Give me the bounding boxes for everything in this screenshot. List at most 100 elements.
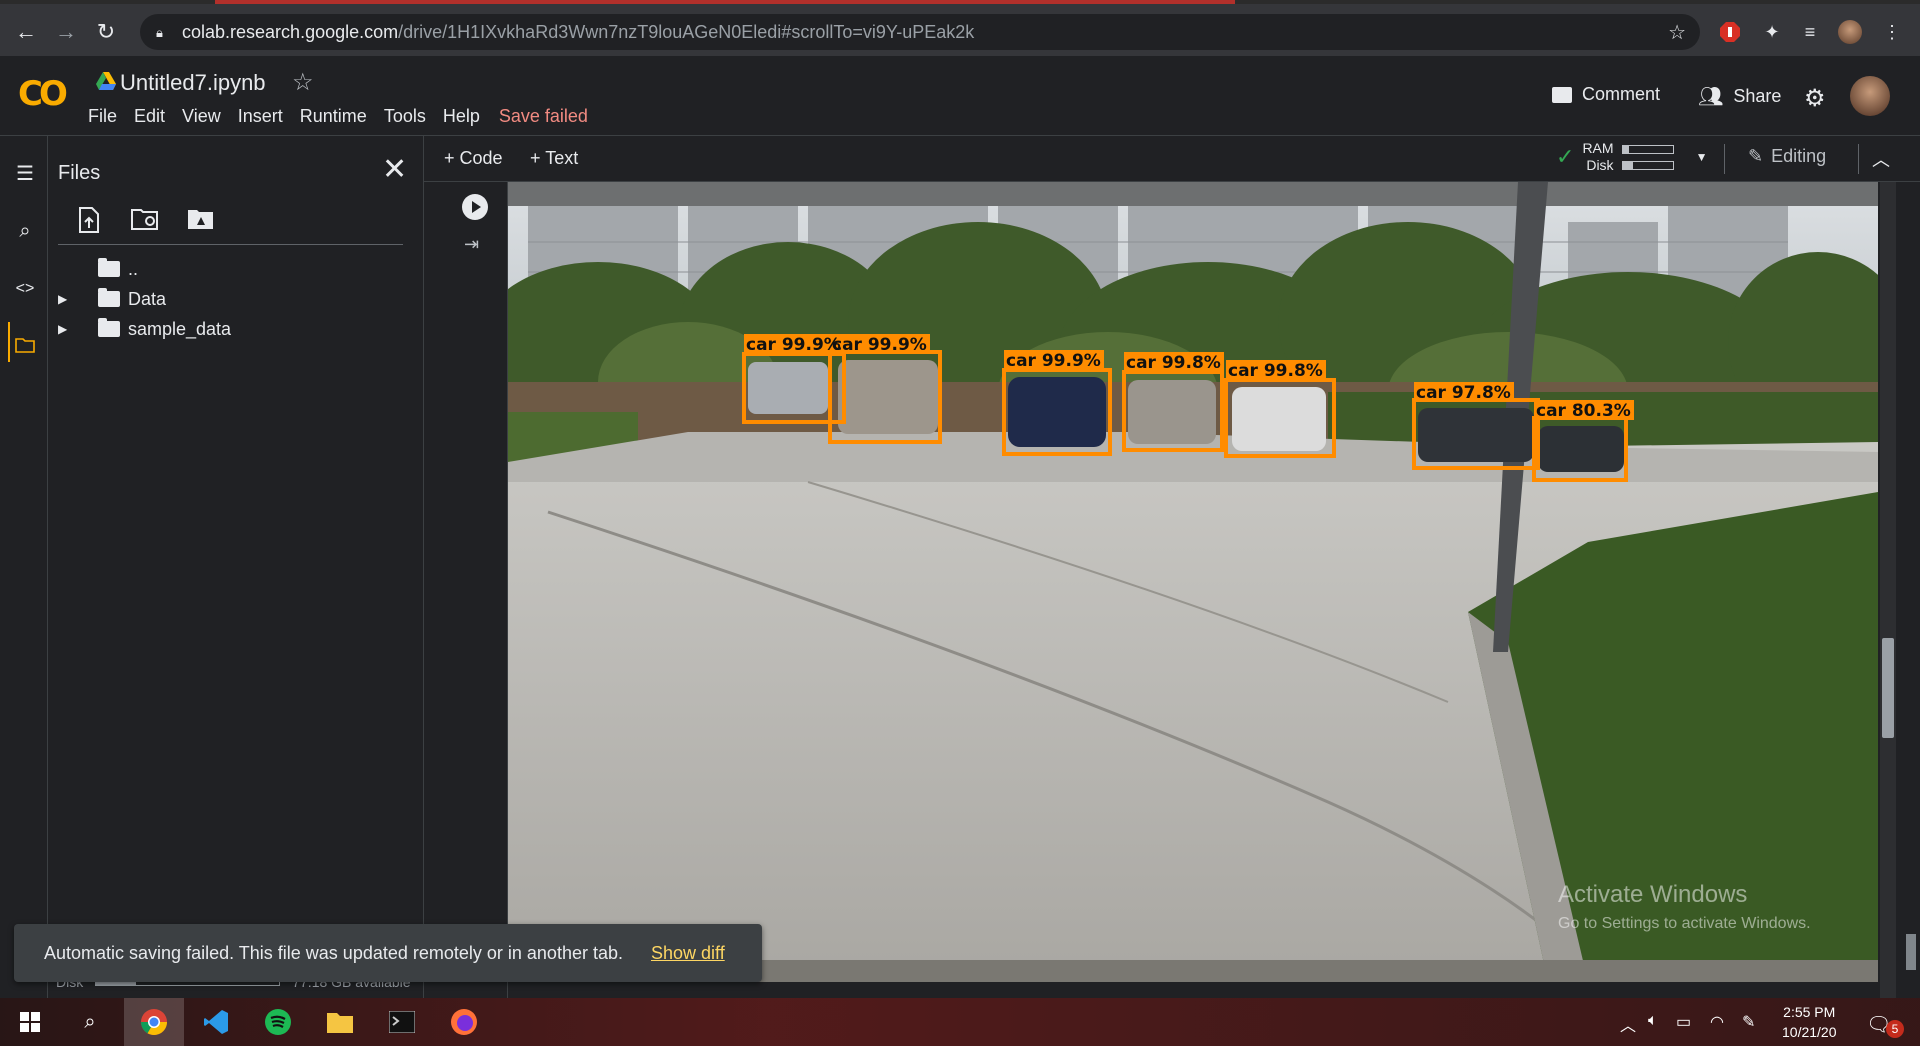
menu-help[interactable]: Help: [443, 106, 480, 127]
side-rail: ☰ ⌕ <>: [0, 136, 48, 1000]
tree-item-sample-data[interactable]: ▶ sample_data: [58, 316, 231, 342]
wifi-icon[interactable]: ◠: [1710, 1012, 1724, 1032]
folder-icon: [98, 288, 120, 307]
windows-start-icon[interactable]: [0, 998, 60, 1046]
detection-label: car 99.9%: [1006, 351, 1101, 371]
save-status[interactable]: Save failed: [499, 106, 588, 127]
add-code-label: Code: [459, 148, 503, 168]
files-folder-icon[interactable]: [12, 332, 38, 358]
colab-logo[interactable]: CO: [18, 74, 68, 114]
editing-mode-button[interactable]: ✎ Editing: [1748, 146, 1826, 167]
tree-item-parent[interactable]: ..: [78, 256, 138, 282]
menu-insert[interactable]: Insert: [238, 106, 283, 127]
close-icon[interactable]: ✕: [382, 152, 407, 187]
notebook-cell: ⇥ car 99.9% car 99.9% car 99.9% car 99.8…: [424, 182, 1920, 1000]
output-scrollbar[interactable]: [1880, 182, 1896, 1000]
detection-label: car 80.3%: [1536, 401, 1631, 421]
mount-drive-icon[interactable]: [186, 206, 216, 236]
collapse-header-icon[interactable]: ︿: [1872, 146, 1890, 172]
toolbar-divider: [1724, 144, 1725, 174]
add-text-button[interactable]: + Text: [530, 148, 578, 169]
activate-windows-subtitle: Go to Settings to activate Windows.: [1558, 915, 1811, 932]
share-label: Share: [1733, 86, 1782, 106]
browser-toolbar: ← → ↻ 🔒︎ colab.research.google.com/drive…: [0, 0, 1920, 56]
menu-runtime[interactable]: Runtime: [300, 106, 367, 127]
menu-view[interactable]: View: [182, 106, 221, 127]
chrome-taskbar-icon[interactable]: [124, 998, 184, 1046]
lock-icon: 🔒︎: [156, 25, 163, 40]
taskbar-search-icon[interactable]: ⌕: [60, 998, 120, 1046]
address-bar[interactable]: 🔒︎ colab.research.google.com/drive/1H1IX…: [140, 14, 1700, 50]
files-title: Files: [58, 162, 101, 184]
back-icon[interactable]: ←: [12, 18, 40, 46]
page-scrollbar[interactable]: [1904, 182, 1918, 1000]
search-icon[interactable]: ⌕: [12, 218, 38, 244]
tray-overflow-icon[interactable]: ︿: [1620, 1012, 1636, 1036]
menu-tools[interactable]: Tools: [384, 106, 426, 127]
menu-bar: File Edit View Insert Runtime Tools Help…: [88, 106, 588, 127]
terminal-taskbar-icon[interactable]: [372, 998, 432, 1046]
comment-button[interactable]: Comment: [1552, 84, 1660, 105]
url-host: colab.research.google.com: [182, 21, 399, 42]
caret-right-icon[interactable]: ▶: [58, 292, 78, 306]
volume-icon[interactable]: 🔈︎: [1648, 1012, 1658, 1030]
tree-item-data[interactable]: ▶ Data: [58, 286, 166, 312]
url-path: /drive/1H1IXvkhaRd3Wwn7nzT9louAGeN0Eledi…: [398, 21, 975, 42]
caret-right-icon[interactable]: ▶: [58, 322, 78, 336]
detection-label: car 99.9%: [746, 335, 841, 355]
comment-icon: [1552, 86, 1572, 103]
table-of-contents-icon[interactable]: ☰: [12, 160, 38, 186]
active-indicator: [8, 322, 10, 362]
detection-label: car 97.8%: [1416, 383, 1511, 403]
battery-icon[interactable]: ▭: [1676, 1012, 1691, 1032]
google-drive-icon: [96, 72, 116, 90]
file-explorer-taskbar-icon[interactable]: [310, 998, 370, 1046]
detection-label: car 99.8%: [1228, 361, 1323, 381]
reload-icon[interactable]: ↻: [92, 18, 120, 46]
resource-monitor[interactable]: ✓ RAM Disk ▼: [1556, 140, 1707, 174]
share-button[interactable]: 👥︎ Share: [1698, 84, 1781, 109]
colab-header: CO Untitled7.ipynb ☆ File Edit View Inse…: [0, 56, 1920, 136]
run-cell-icon[interactable]: [462, 194, 488, 220]
clock-date: 10/21/20: [1782, 1024, 1837, 1040]
output-menu-icon[interactable]: ⇥: [464, 234, 479, 255]
menu-file[interactable]: File: [88, 106, 117, 127]
cell-gutter: ⇥: [424, 182, 508, 1000]
folder-up-icon: [98, 258, 120, 277]
menu-edit[interactable]: Edit: [134, 106, 165, 127]
settings-gear-icon[interactable]: ⚙: [1804, 84, 1826, 113]
profile-avatar[interactable]: [1838, 20, 1862, 44]
add-code-button[interactable]: + Code: [444, 148, 503, 169]
media-control-icon[interactable]: ≡: [1798, 20, 1822, 44]
bookmark-star-icon[interactable]: ☆: [1668, 20, 1686, 45]
cell-output-image: car 99.9% car 99.9% car 99.9% car 99.8% …: [508, 182, 1878, 982]
chrome-menu-icon[interactable]: ⋮: [1880, 20, 1904, 44]
account-avatar[interactable]: [1850, 76, 1890, 116]
extensions-puzzle-icon[interactable]: ✦: [1760, 20, 1784, 44]
forward-icon[interactable]: →: [52, 18, 80, 46]
refresh-folder-icon[interactable]: [130, 206, 160, 236]
detection-image: car 99.9% car 99.9% car 99.9% car 99.8% …: [508, 182, 1878, 982]
notebook-toolbar: + Code + Text ✓ RAM Disk ▼ ✎ Editing ︿: [424, 136, 1920, 182]
taskbar-clock[interactable]: 2:55 PM 10/21/20: [1782, 1002, 1837, 1042]
adblock-extension-icon[interactable]: [1718, 20, 1742, 44]
dropdown-caret-icon[interactable]: ▼: [1696, 150, 1708, 164]
show-diff-link[interactable]: Show diff: [651, 943, 725, 964]
toast-message: Automatic saving failed. This file was u…: [44, 942, 623, 963]
spotify-taskbar-icon[interactable]: [248, 998, 308, 1046]
files-panel: Files ✕ .. ▶ Data ▶ sample_data Disk 77.…: [48, 136, 424, 1000]
notification-badge: 5: [1886, 1020, 1904, 1038]
notebook-title[interactable]: Untitled7.ipynb: [120, 70, 266, 96]
firefox-taskbar-icon[interactable]: [434, 998, 494, 1046]
code-snippets-icon[interactable]: <>: [12, 276, 38, 302]
star-icon[interactable]: ☆: [292, 68, 314, 97]
tree-item-label: ..: [128, 258, 139, 279]
pencil-icon: ✎: [1748, 146, 1764, 166]
tree-item-label: sample_data: [128, 318, 232, 339]
folder-icon: [98, 318, 120, 337]
pen-icon[interactable]: ✎: [1742, 1012, 1755, 1032]
connected-check-icon: ✓: [1556, 144, 1575, 169]
share-people-icon: 👥︎: [1698, 86, 1724, 108]
upload-file-icon[interactable]: [76, 206, 106, 236]
vscode-taskbar-icon[interactable]: [186, 998, 246, 1046]
